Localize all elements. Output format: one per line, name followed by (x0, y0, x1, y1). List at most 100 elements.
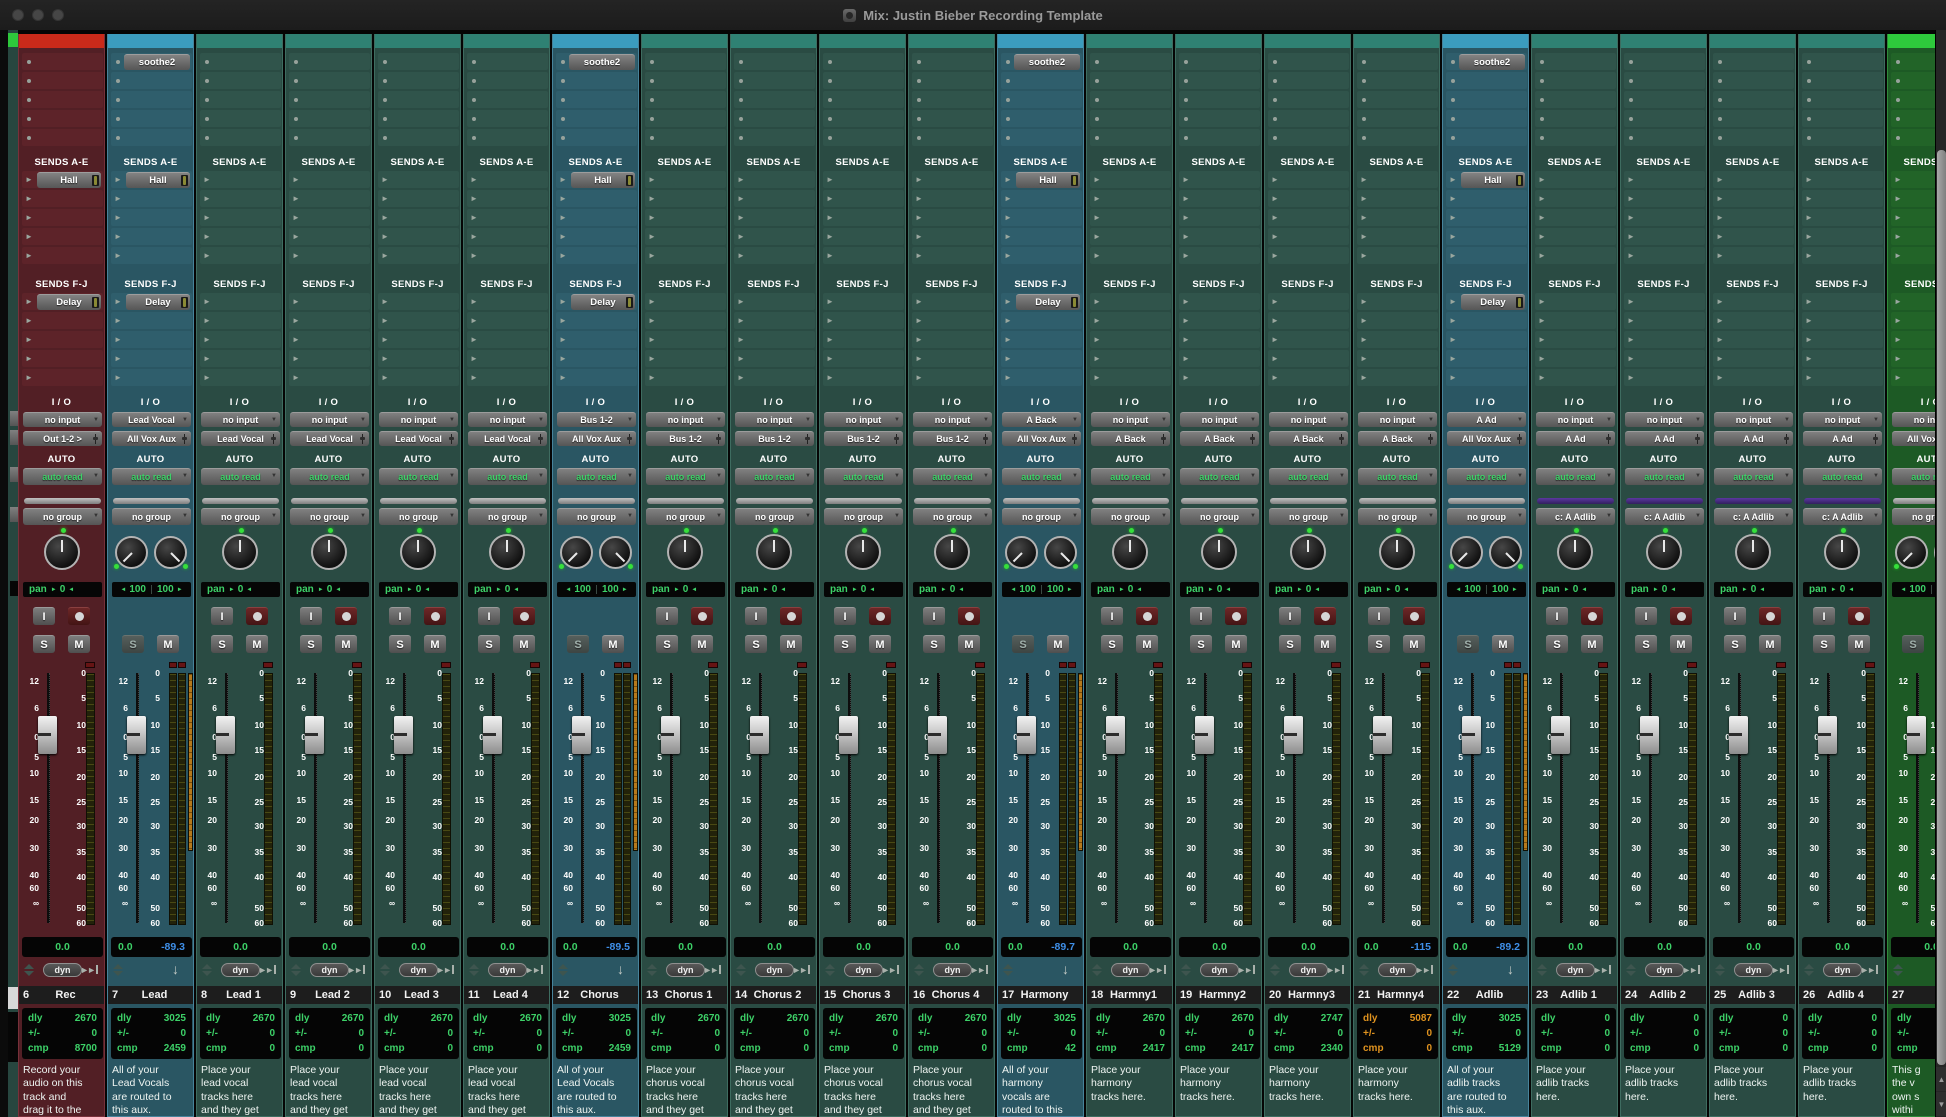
send-button[interactable]: Hall (1016, 172, 1080, 188)
send-slot-f[interactable]: ► (645, 293, 726, 310)
fader-handle[interactable] (394, 716, 413, 754)
send-slot-d[interactable]: ► (823, 228, 904, 245)
record-arm-button[interactable] (1759, 607, 1781, 625)
send-slot-h[interactable]: ► (1090, 331, 1171, 348)
send-slot-j[interactable]: ► (1535, 369, 1616, 386)
send-slot-e[interactable]: ► (1713, 247, 1794, 264)
send-slot-g[interactable]: ► (289, 312, 370, 329)
send-slot-h[interactable]: ► (1535, 331, 1616, 348)
playlist-icon[interactable]: ►► (436, 965, 454, 975)
track-color-bar[interactable] (1888, 34, 1935, 48)
automation-mode-button[interactable]: auto read▼ (646, 468, 725, 485)
track-name-plate[interactable]: 17 Harmony (998, 986, 1083, 1004)
send-slot-j[interactable]: ► (1446, 369, 1527, 386)
pan-knob[interactable] (115, 536, 148, 569)
insert-slot-a[interactable]: soothe2 (111, 53, 192, 70)
insert-slot-a[interactable] (1535, 53, 1616, 70)
track-spinner[interactable] (1448, 964, 1458, 976)
send-slot-g[interactable]: ► (1179, 312, 1260, 329)
send-slot-g[interactable]: ► (467, 312, 548, 329)
down-arrow-icon[interactable]: ↓ (1062, 962, 1069, 976)
send-slot-h[interactable]: ► (734, 331, 815, 348)
insert-slot-c[interactable] (1446, 91, 1527, 108)
fader-track[interactable] (1560, 673, 1563, 923)
send-slot-e[interactable]: ► (1090, 247, 1171, 264)
solo-button[interactable]: S (1546, 635, 1568, 653)
solo-button[interactable]: S (567, 635, 589, 653)
send-slot-i[interactable]: ► (1891, 350, 1935, 367)
send-slot-h[interactable]: ► (1179, 331, 1260, 348)
send-slot-j[interactable]: ► (1090, 369, 1171, 386)
input-selector[interactable]: no input▼ (1714, 412, 1793, 427)
send-slot-g[interactable]: ► (200, 312, 281, 329)
pan-knob[interactable] (1557, 534, 1593, 570)
send-slot-f[interactable]: ► (1535, 293, 1616, 310)
track-color-bar[interactable] (731, 34, 816, 48)
fader-handle[interactable] (1284, 716, 1303, 754)
automation-mode-button[interactable]: auto read▼ (735, 468, 814, 485)
send-slot-e[interactable]: ► (645, 247, 726, 264)
send-slot-g[interactable]: ► (556, 312, 637, 329)
insert-slot-d[interactable] (378, 110, 459, 127)
insert-slot-c[interactable] (1802, 91, 1883, 108)
track-comments[interactable]: Place your lead vocal tracks here and th… (379, 1064, 459, 1116)
elastic-audio-button[interactable]: dyn (221, 963, 260, 977)
automation-mode-button[interactable]: auto read▼ (824, 468, 903, 485)
track-comments[interactable]: This g the v own s withi (1892, 1064, 1935, 1116)
input-monitor-button[interactable]: I (1190, 607, 1212, 625)
elastic-audio-button[interactable]: dyn (1289, 963, 1328, 977)
send-slot-j[interactable]: ► (1268, 369, 1349, 386)
send-slot-b[interactable]: ► (1090, 190, 1171, 207)
solo-button[interactable]: S (656, 635, 678, 653)
track-spinner[interactable] (825, 964, 835, 976)
solo-button[interactable]: S (122, 635, 144, 653)
fader-handle[interactable] (1195, 716, 1214, 754)
elastic-audio-button[interactable]: dyn (43, 963, 82, 977)
insert-slot-d[interactable] (1891, 110, 1935, 127)
send-slot-f[interactable]: ► Delay (1001, 293, 1082, 310)
send-slot-f[interactable]: ► (1713, 293, 1794, 310)
record-arm-button[interactable] (691, 607, 713, 625)
send-slot-j[interactable]: ► (467, 369, 548, 386)
send-slot-b[interactable]: ► (1446, 190, 1527, 207)
fader-track[interactable] (848, 673, 851, 923)
fader-handle[interactable] (750, 716, 769, 754)
track-name-plate[interactable]: 22 Adlib (1443, 986, 1528, 1004)
insert-slot-a[interactable] (1891, 53, 1935, 70)
send-slot-h[interactable]: ► (1268, 331, 1349, 348)
output-selector[interactable]: A Ad (1714, 431, 1793, 446)
send-slot-i[interactable]: ► (289, 350, 370, 367)
insert-slot-e[interactable] (1624, 129, 1705, 146)
group-selector[interactable]: c: A Adlib▼ (1714, 508, 1793, 525)
pan-knob[interactable] (1112, 534, 1148, 570)
send-slot-g[interactable]: ► (645, 312, 726, 329)
insert-slot-c[interactable] (200, 91, 281, 108)
insert-slot-c[interactable] (645, 91, 726, 108)
insert-slot-a[interactable] (912, 53, 993, 70)
insert-slot-e[interactable] (1090, 129, 1171, 146)
send-slot-b[interactable]: ► (1624, 190, 1705, 207)
automation-mode-button[interactable]: auto read▼ (1269, 468, 1348, 485)
send-slot-i[interactable]: ► (1001, 350, 1082, 367)
send-slot-b[interactable]: ► (467, 190, 548, 207)
send-slot-h[interactable]: ► (1357, 331, 1438, 348)
input-selector[interactable]: no input▼ (290, 412, 369, 427)
track-color-bar[interactable] (1621, 34, 1706, 48)
track-spinner[interactable] (1359, 964, 1369, 976)
send-slot-i[interactable]: ► (467, 350, 548, 367)
solo-button[interactable]: S (834, 635, 856, 653)
pan-value-box[interactable]: ◄100100► (112, 582, 191, 597)
group-selector[interactable]: no group▼ (1002, 508, 1081, 525)
solo-button[interactable]: S (1190, 635, 1212, 653)
pan-knob[interactable] (1290, 534, 1326, 570)
input-monitor-button[interactable]: I (211, 607, 233, 625)
insert-slot-b[interactable] (1179, 72, 1260, 89)
send-slot-e[interactable]: ► (22, 247, 103, 264)
send-slot-h[interactable]: ► (823, 331, 904, 348)
insert-slot-c[interactable] (1624, 91, 1705, 108)
mute-button[interactable]: M (513, 635, 535, 653)
group-selector[interactable]: c: A Adlib▼ (1803, 508, 1882, 525)
insert-plugin-button[interactable]: soothe2 (124, 54, 190, 70)
insert-slot-d[interactable] (111, 110, 192, 127)
solo-button[interactable]: S (33, 635, 55, 653)
